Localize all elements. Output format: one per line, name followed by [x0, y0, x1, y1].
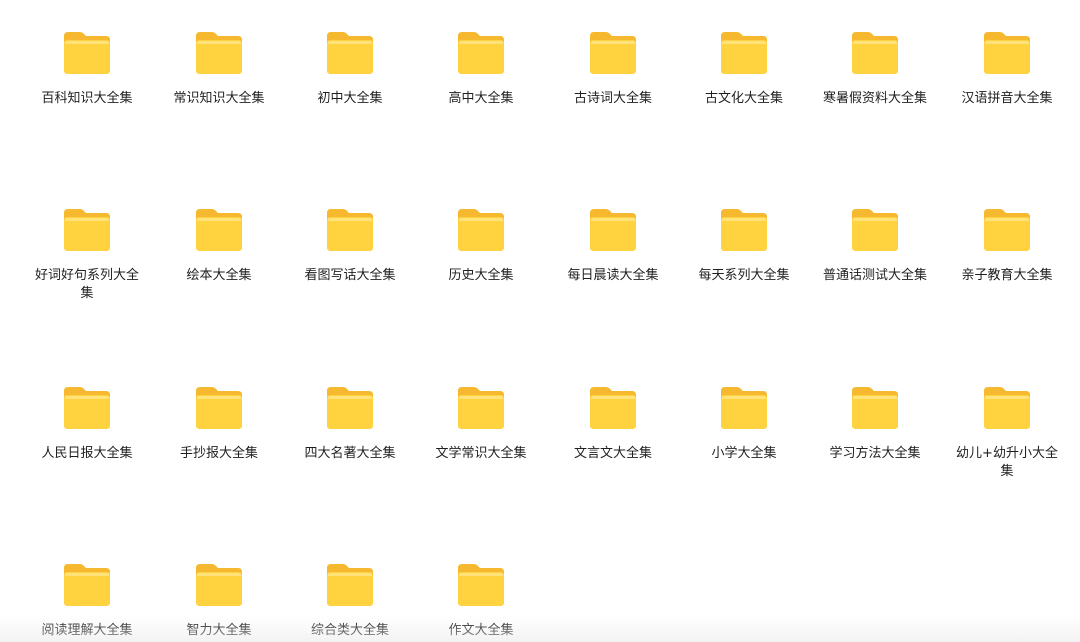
folder-item[interactable]: 普通话测试大全集 — [820, 207, 930, 285]
folder-icon — [64, 32, 110, 74]
folder-icon — [327, 387, 373, 429]
folder-label: 看图写话大全集 — [304, 268, 396, 283]
folder-item[interactable]: 亲子教育大全集 — [952, 207, 1062, 285]
folder-label: 绘本大全集 — [186, 268, 252, 283]
folder-label: 汉语拼音大全集 — [961, 91, 1053, 106]
folder-item[interactable]: 常识知识大全集 — [164, 30, 274, 108]
folder-label: 高中大全集 — [448, 91, 514, 106]
folder-item[interactable]: 文学常识大全集 — [426, 385, 536, 463]
folder-item[interactable]: 每日晨读大全集 — [558, 207, 668, 285]
folder-item[interactable]: 高中大全集 — [426, 30, 536, 108]
folder-label: 亲子教育大全集 — [961, 268, 1053, 283]
folder-icon — [590, 32, 636, 74]
folder-label: 古文化大全集 — [704, 91, 783, 106]
folder-item[interactable]: 幼儿+幼升小大全集 — [952, 385, 1062, 481]
folder-icon — [984, 32, 1030, 74]
folder-item[interactable]: 百科知识大全集 — [32, 30, 142, 108]
folder-label: 寒暑假资料大全集 — [822, 91, 927, 106]
folder-item[interactable]: 人民日报大全集 — [32, 385, 142, 463]
folder-icon — [196, 209, 242, 251]
folder-icon — [327, 32, 373, 74]
folder-icon — [721, 209, 767, 251]
bottom-fade — [0, 616, 1080, 642]
folder-icon — [458, 209, 504, 251]
folder-icon — [984, 387, 1030, 429]
folder-item[interactable]: 初中大全集 — [295, 30, 405, 108]
folder-item[interactable]: 作文大全集 — [426, 562, 536, 640]
folder-label: 阅读理解大全集 — [41, 623, 133, 638]
folder-icon — [721, 387, 767, 429]
folder-icon — [721, 32, 767, 74]
folder-icon — [327, 564, 373, 606]
folder-label: 历史大全集 — [448, 268, 514, 283]
folder-item[interactable]: 古诗词大全集 — [558, 30, 668, 108]
folder-label: 智力大全集 — [186, 623, 252, 638]
folder-item[interactable]: 学习方法大全集 — [820, 385, 930, 463]
folder-icon — [196, 32, 242, 74]
folder-icon — [458, 32, 504, 74]
folder-label: 普通话测试大全集 — [822, 268, 927, 283]
folder-item[interactable]: 四大名著大全集 — [295, 385, 405, 463]
folder-label: 小学大全集 — [711, 446, 777, 461]
folder-item[interactable]: 小学大全集 — [689, 385, 799, 463]
folder-icon — [852, 32, 898, 74]
folder-icon — [984, 209, 1030, 251]
folder-label: 每日晨读大全集 — [567, 268, 659, 283]
folder-item[interactable]: 寒暑假资料大全集 — [820, 30, 930, 108]
folder-item[interactable]: 古文化大全集 — [689, 30, 799, 108]
folder-label: 文学常识大全集 — [435, 446, 527, 461]
folder-item[interactable]: 汉语拼音大全集 — [952, 30, 1062, 108]
folder-label: 作文大全集 — [448, 623, 514, 638]
folder-item[interactable]: 综合类大全集 — [295, 562, 405, 640]
folder-icon — [590, 209, 636, 251]
folder-item[interactable]: 历史大全集 — [426, 207, 536, 285]
folder-label: 百科知识大全集 — [41, 91, 133, 106]
folder-label: 四大名著大全集 — [304, 446, 396, 461]
folder-item[interactable]: 看图写话大全集 — [295, 207, 405, 285]
folder-item[interactable]: 文言文大全集 — [558, 385, 668, 463]
folder-label: 常识知识大全集 — [173, 91, 265, 106]
folder-icon — [458, 387, 504, 429]
folder-label: 综合类大全集 — [310, 623, 389, 638]
folder-label: 手抄报大全集 — [179, 446, 258, 461]
folder-item[interactable]: 好词好句系列大全集 — [32, 207, 142, 303]
folder-label: 古诗词大全集 — [573, 91, 652, 106]
folder-icon — [196, 564, 242, 606]
folder-icon — [852, 387, 898, 429]
folder-icon — [458, 564, 504, 606]
folder-icon — [327, 209, 373, 251]
folder-item[interactable]: 每天系列大全集 — [689, 207, 799, 285]
folder-icon — [590, 387, 636, 429]
folder-label: 人民日报大全集 — [41, 446, 133, 461]
folder-label: 学习方法大全集 — [829, 446, 921, 461]
folder-label: 初中大全集 — [317, 91, 383, 106]
folder-label: 文言文大全集 — [573, 446, 652, 461]
folder-grid: 百科知识大全集 常识知识大全集 初中大全集 高中大全集 古诗词大全集 古文化大全… — [0, 0, 1080, 642]
folder-icon — [196, 387, 242, 429]
folder-icon — [852, 209, 898, 251]
folder-label: 每天系列大全集 — [698, 268, 790, 283]
folder-item[interactable]: 阅读理解大全集 — [32, 562, 142, 640]
folder-item[interactable]: 绘本大全集 — [164, 207, 274, 285]
folder-item[interactable]: 手抄报大全集 — [164, 385, 274, 463]
folder-item[interactable]: 智力大全集 — [164, 562, 274, 640]
folder-label: 好词好句系列大全集 — [34, 268, 139, 301]
folder-icon — [64, 209, 110, 251]
folder-icon — [64, 387, 110, 429]
folder-icon — [64, 564, 110, 606]
folder-label: 幼儿+幼升小大全集 — [956, 446, 1058, 479]
